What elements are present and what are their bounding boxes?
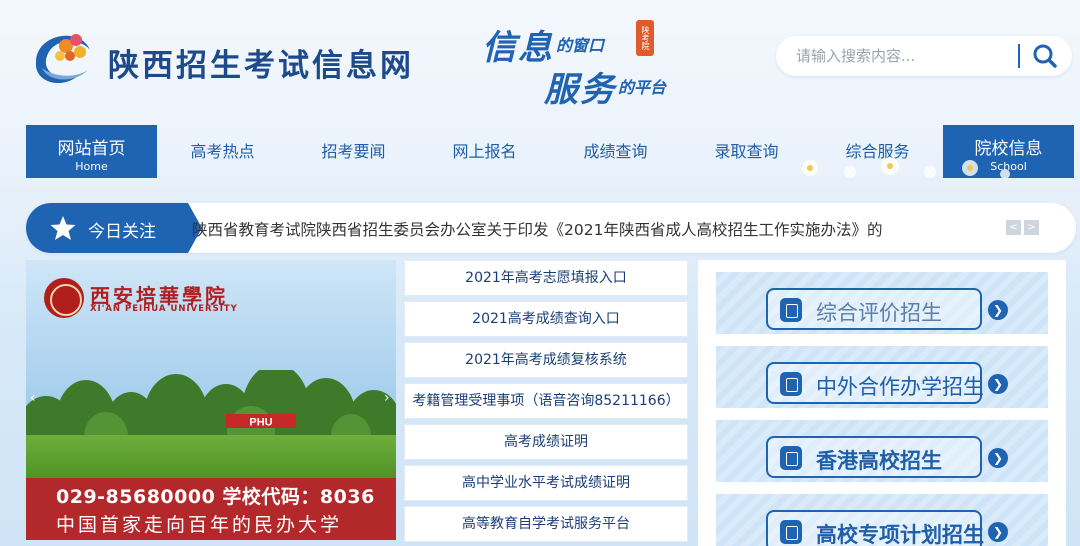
search-button[interactable] bbox=[1030, 42, 1060, 70]
slogan-stamp: 陕考院 bbox=[636, 20, 654, 56]
link-academic-level-certificate[interactable]: 高中学业水平考试成绩证明 bbox=[404, 465, 688, 501]
service-label: 香港高校招生 bbox=[816, 449, 942, 473]
chevron-right-icon: ❯ bbox=[988, 448, 1008, 468]
site-title: 陕西招生考试信息网 bbox=[108, 48, 414, 84]
link-score-certificate[interactable]: 高考成绩证明 bbox=[404, 424, 688, 460]
service-special-plan[interactable]: 高校专项计划招生 ❯ bbox=[716, 494, 1048, 546]
chevron-right-icon: ❯ bbox=[988, 374, 1008, 394]
nav-item-exam-news[interactable]: 招考要闻 bbox=[288, 125, 419, 178]
link-self-study-platform[interactable]: 高等教育自学考试服务平台 bbox=[404, 506, 688, 542]
nav-item-online-registration[interactable]: 网上报名 bbox=[419, 125, 550, 178]
banner-phone-code: 029-85680000 学校代码：8036 bbox=[56, 486, 375, 508]
banner-next-icon[interactable]: › bbox=[384, 390, 390, 406]
banner-motto: 中国首家走向百年的民办大学 bbox=[56, 514, 343, 536]
nav-item-score-query[interactable]: 成绩查询 bbox=[550, 125, 681, 178]
search-divider bbox=[1018, 44, 1020, 68]
university-seal-icon bbox=[44, 278, 84, 318]
link-volunteer-fill[interactable]: 2021年高考志愿填报入口 bbox=[404, 260, 688, 296]
search-icon bbox=[1033, 44, 1057, 68]
site-logo[interactable] bbox=[28, 24, 98, 88]
service-frame: 高校专项计划招生 bbox=[766, 510, 984, 546]
link-score-query[interactable]: 2021高考成绩查询入口 bbox=[404, 301, 688, 337]
slogan-line2-small: 的平台 bbox=[618, 78, 667, 97]
ticker-next-button[interactable]: > bbox=[1024, 220, 1039, 235]
campus-sign-text: PHU bbox=[249, 417, 272, 429]
service-label: 高校专项计划招生 bbox=[816, 523, 984, 546]
ticker-prev-button[interactable]: < bbox=[1006, 220, 1021, 235]
slogan-line1-small: 的窗口 bbox=[556, 36, 605, 55]
service-sino-foreign-cooperation[interactable]: 中外合作办学招生 ❯ bbox=[716, 346, 1048, 408]
slogan: 信息 的窗口 陕考院 服务 的平台 bbox=[478, 14, 688, 110]
chevron-right-icon: ❯ bbox=[988, 300, 1008, 320]
service-frame: 综合评价招生 bbox=[766, 288, 982, 330]
today-focus-label: 今日关注 bbox=[88, 222, 156, 242]
header: 陕西招生考试信息网 信息 的窗口 陕考院 服务 的平台 bbox=[0, 0, 1080, 125]
nav-home-sub: Home bbox=[75, 160, 108, 173]
banner-prev-icon[interactable]: ‹ bbox=[30, 390, 36, 406]
quick-links: 2021年高考志愿填报入口 2021高考成绩查询入口 2021年高考成绩复核系统… bbox=[404, 260, 690, 546]
campus-sign: PHU bbox=[226, 414, 296, 429]
daisy-decoration bbox=[802, 157, 1010, 179]
document-icon bbox=[780, 446, 802, 470]
ticker-news-link[interactable]: 陕西省教育考试院陕西省招生委员会办公室关于印发《2021年陕西省成人高校招生工作… bbox=[192, 218, 882, 240]
document-icon bbox=[780, 372, 802, 396]
service-frame: 中外合作办学招生 bbox=[766, 362, 984, 404]
service-comprehensive-evaluation[interactable]: 综合评价招生 ❯ bbox=[716, 272, 1048, 334]
service-label: 综合评价招生 bbox=[816, 301, 942, 325]
today-focus-bar: 今日关注 陕西省教育考试院陕西省招生委员会办公室关于印发《2021年陕西省成人高… bbox=[26, 203, 1076, 253]
nav-home-label: 网站首页 bbox=[57, 139, 126, 159]
link-registry-management[interactable]: 考籍管理受理事项（语音咨询85211166） bbox=[404, 383, 688, 419]
chevron-right-icon: ❯ bbox=[988, 522, 1008, 542]
nav-item-gaokao-hot[interactable]: 高考热点 bbox=[157, 125, 288, 178]
document-icon bbox=[780, 298, 802, 322]
nav-home[interactable]: 网站首页 Home bbox=[26, 125, 157, 178]
university-name-en: XI'AN PEIHUA UNIVERSITY bbox=[90, 304, 238, 314]
slogan-line2-big: 服务 bbox=[544, 70, 616, 110]
service-hong-kong-universities[interactable]: 香港高校招生 ❯ bbox=[716, 420, 1048, 482]
search-box bbox=[776, 36, 1072, 76]
star-icon bbox=[50, 216, 76, 240]
today-focus-label-pill: 今日关注 bbox=[26, 203, 202, 253]
service-frame: 香港高校招生 bbox=[766, 436, 982, 478]
admission-services-panel: 综合评价招生 ❯ 中外合作办学招生 ❯ 香港高校招生 ❯ 高校专项计划招生 ❯ bbox=[698, 260, 1066, 546]
document-icon bbox=[780, 520, 802, 544]
link-score-review[interactable]: 2021年高考成绩复核系统 bbox=[404, 342, 688, 378]
search-input[interactable] bbox=[796, 44, 1016, 68]
promo-banner[interactable]: 西安培華學院 XI'AN PEIHUA UNIVERSITY PHU ‹ › 0… bbox=[26, 260, 396, 540]
service-label: 中外合作办学招生 bbox=[816, 375, 984, 399]
